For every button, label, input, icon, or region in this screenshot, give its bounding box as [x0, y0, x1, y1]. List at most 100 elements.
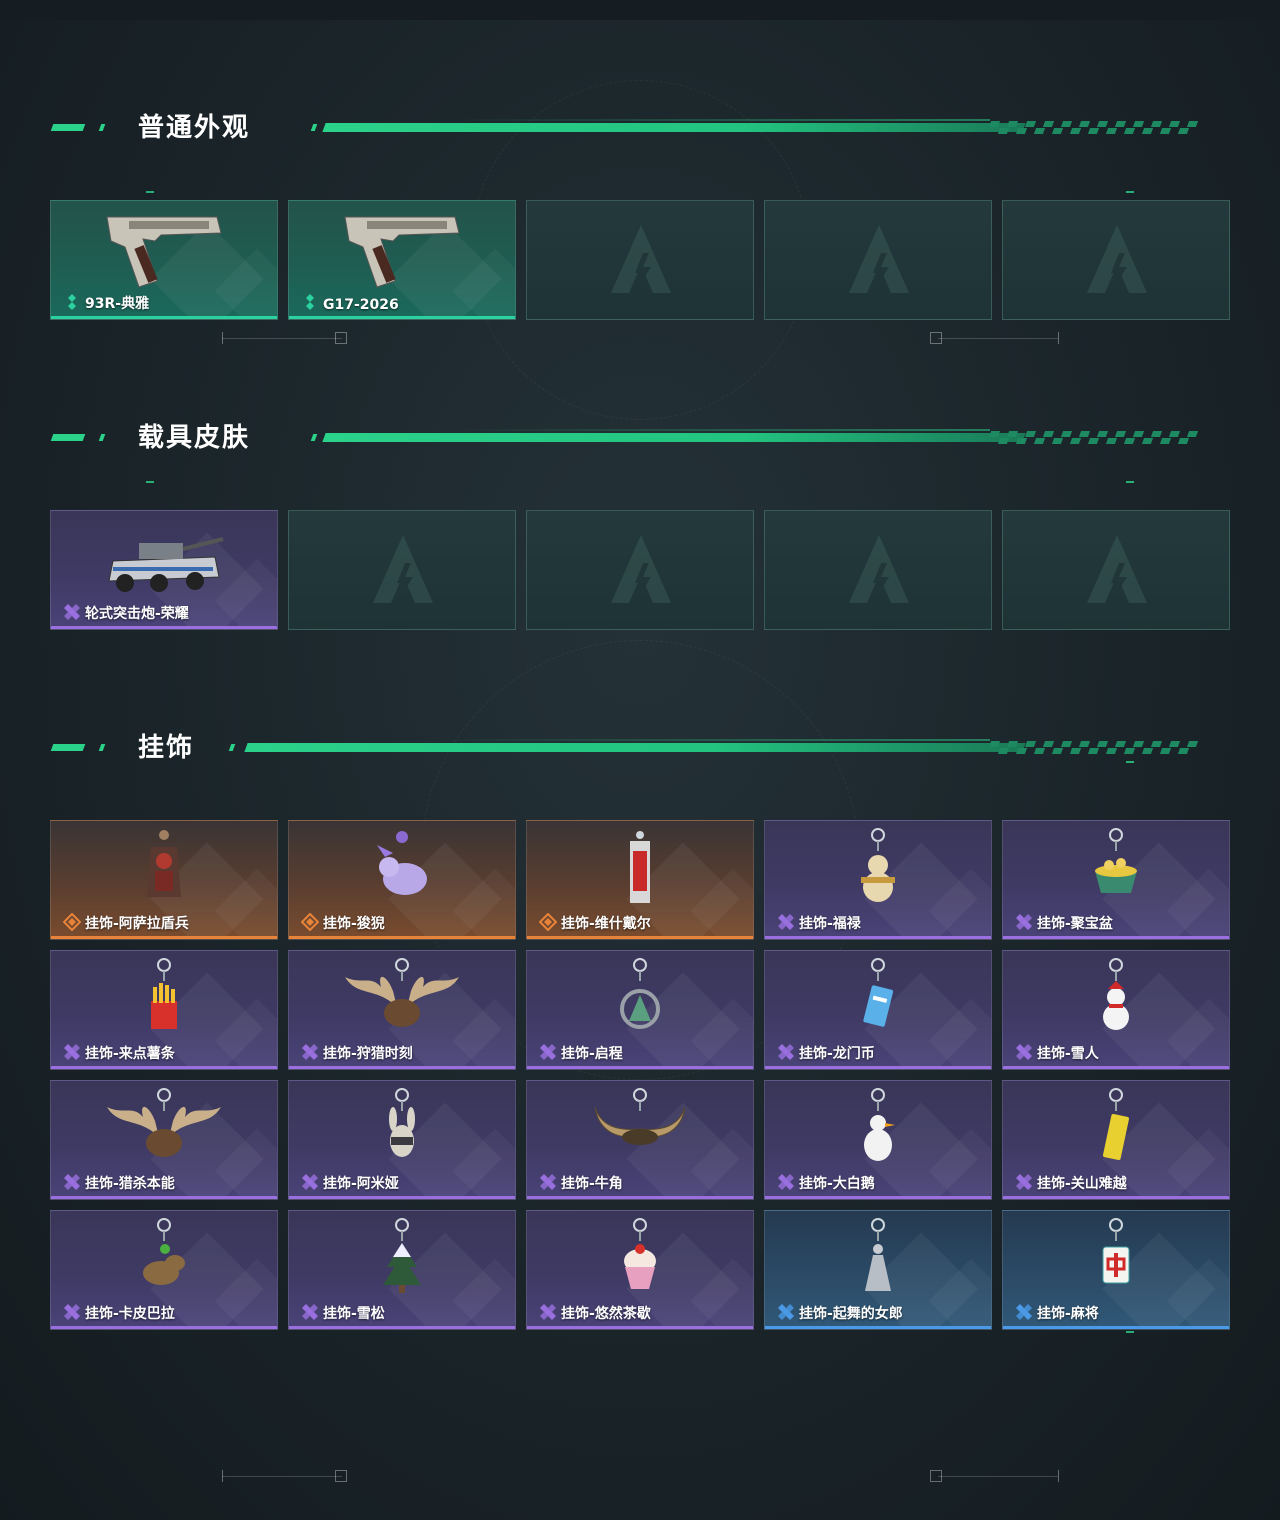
item-label: 挂饰-起舞的女郎: [799, 1306, 903, 1322]
item-label: 挂饰-狻猊: [323, 916, 385, 932]
gold-bar-charm-icon: [1051, 1087, 1181, 1171]
rarity-diamond-icon: [1015, 1173, 1033, 1191]
rarity-diamond-icon: [63, 603, 81, 621]
item-label: 挂饰-大白鹅: [799, 1176, 875, 1192]
item-card[interactable]: 轮式突击炮-荣耀: [50, 510, 278, 630]
rarity-diamond-icon: [1015, 1043, 1033, 1061]
emblem-charm-icon: [575, 957, 705, 1041]
item-label: 轮式突击炮-荣耀: [85, 606, 189, 622]
rarity-bar: [765, 936, 991, 939]
empty-slot: [526, 200, 754, 320]
item-label: 挂饰-维什戴尔: [561, 916, 651, 932]
armored-vehicle-icon: [99, 517, 229, 601]
rarity-diamond-icon: [63, 1303, 81, 1321]
item-label: 挂饰-阿米娅: [323, 1176, 399, 1192]
rarity-diamond-icon: [539, 1303, 557, 1321]
item-label: 挂饰-福禄: [799, 916, 861, 932]
section-header-charms: 挂饰: [50, 733, 1210, 763]
rarity-bar: [765, 1196, 991, 1199]
rarity-bar: [51, 316, 277, 319]
dash-mark: [146, 191, 154, 193]
item-card[interactable]: 挂饰-维什戴尔: [526, 820, 754, 940]
header-thin-line: [450, 429, 990, 431]
placeholder-logo-icon: [1085, 533, 1149, 605]
item-card[interactable]: 93R-典雅: [50, 200, 278, 320]
item-label: 挂饰-牛角: [561, 1176, 623, 1192]
item-card[interactable]: 挂饰-悠然茶歇: [526, 1210, 754, 1330]
rarity-bar: [51, 626, 277, 629]
header-checker: [988, 121, 1200, 135]
item-card[interactable]: 挂饰-雪人: [1002, 950, 1230, 1070]
placeholder-logo-icon: [609, 223, 673, 295]
snowman-charm-icon: [1051, 957, 1181, 1041]
dancer-charm-icon: [813, 1217, 943, 1301]
rarity-diamond-icon: [301, 1303, 319, 1321]
rarity-bar: [289, 1066, 515, 1069]
section-title: 载具皮肤: [138, 423, 251, 453]
rarity-bar: [527, 936, 753, 939]
item-card[interactable]: 挂饰-来点薯条: [50, 950, 278, 1070]
rarity-bar: [51, 1066, 277, 1069]
item-label: 挂饰-悠然茶歇: [561, 1306, 651, 1322]
item-label: 挂饰-关山难越: [1037, 1176, 1127, 1192]
item-card[interactable]: 挂饰-起舞的女郎: [764, 1210, 992, 1330]
item-label: 挂饰-阿萨拉盾兵: [85, 916, 189, 932]
item-card[interactable]: G17-2026: [288, 200, 516, 320]
item-label: 挂饰-卡皮巴拉: [85, 1306, 175, 1322]
item-label: 挂饰-聚宝盆: [1037, 916, 1113, 932]
rarity-diamond-icon: [777, 1303, 795, 1321]
empty-slot: [526, 510, 754, 630]
header-stripe: [50, 744, 86, 751]
item-card[interactable]: 挂饰-阿米娅: [288, 1080, 516, 1200]
placeholder-logo-icon: [1085, 223, 1149, 295]
item-card[interactable]: 挂饰-猎杀本能: [50, 1080, 278, 1200]
hud-line: [222, 338, 342, 339]
rarity-diamond-icon: [539, 1173, 557, 1191]
item-label: 挂饰-雪松: [323, 1306, 385, 1322]
lion-charm-icon: [337, 827, 467, 911]
item-card[interactable]: 挂饰-麻将: [1002, 1210, 1230, 1330]
header-bar: [244, 743, 1026, 752]
hud-box: [335, 332, 347, 344]
rarity-diamond-icon: [777, 1043, 795, 1061]
item-label: 挂饰-启程: [561, 1046, 623, 1062]
rarity-diamond-icon: [539, 1043, 557, 1061]
rarity-diamond-icon: [62, 912, 82, 932]
pistol-icon: [337, 207, 467, 291]
header-stripe: [310, 124, 318, 131]
item-card[interactable]: 挂饰-卡皮巴拉: [50, 1210, 278, 1330]
item-card[interactable]: 挂饰-启程: [526, 950, 754, 1070]
item-label: G17-2026: [323, 297, 399, 313]
item-card[interactable]: 挂饰-大白鹅: [764, 1080, 992, 1200]
pine-tree-charm-icon: [337, 1217, 467, 1301]
rarity-diamond-icon: [301, 293, 319, 311]
item-label: 挂饰-狩猎时刻: [323, 1046, 413, 1062]
item-card[interactable]: 挂饰-雪松: [288, 1210, 516, 1330]
item-card[interactable]: 挂饰-关山难越: [1002, 1080, 1230, 1200]
rarity-diamond-icon: [300, 912, 320, 932]
empty-slot: [288, 510, 516, 630]
hud-line: [938, 338, 1058, 339]
hud-tick: [222, 1470, 223, 1482]
card-charm-icon: [575, 827, 705, 911]
placeholder-logo-icon: [847, 223, 911, 295]
pistol-icon: [99, 207, 229, 291]
item-card[interactable]: 挂饰-狩猎时刻: [288, 950, 516, 1070]
rarity-diamond-icon: [63, 1043, 81, 1061]
item-label: 挂饰-麻将: [1037, 1306, 1099, 1322]
item-card[interactable]: 挂饰-牛角: [526, 1080, 754, 1200]
item-card[interactable]: 挂饰-阿萨拉盾兵: [50, 820, 278, 940]
coin-charm-icon: [813, 957, 943, 1041]
item-label: 挂饰-来点薯条: [85, 1046, 175, 1062]
header-stripe: [98, 744, 106, 751]
rarity-bar: [1003, 1196, 1229, 1199]
item-card[interactable]: 挂饰-狻猊: [288, 820, 516, 940]
rarity-bar: [765, 1066, 991, 1069]
empty-slot: [764, 510, 992, 630]
item-card[interactable]: 挂饰-聚宝盆: [1002, 820, 1230, 940]
item-card[interactable]: 挂饰-龙门币: [764, 950, 992, 1070]
item-card[interactable]: 挂饰-福禄: [764, 820, 992, 940]
rarity-bar: [527, 1326, 753, 1329]
goose-charm-icon: [813, 1087, 943, 1171]
placeholder-logo-icon: [371, 533, 435, 605]
